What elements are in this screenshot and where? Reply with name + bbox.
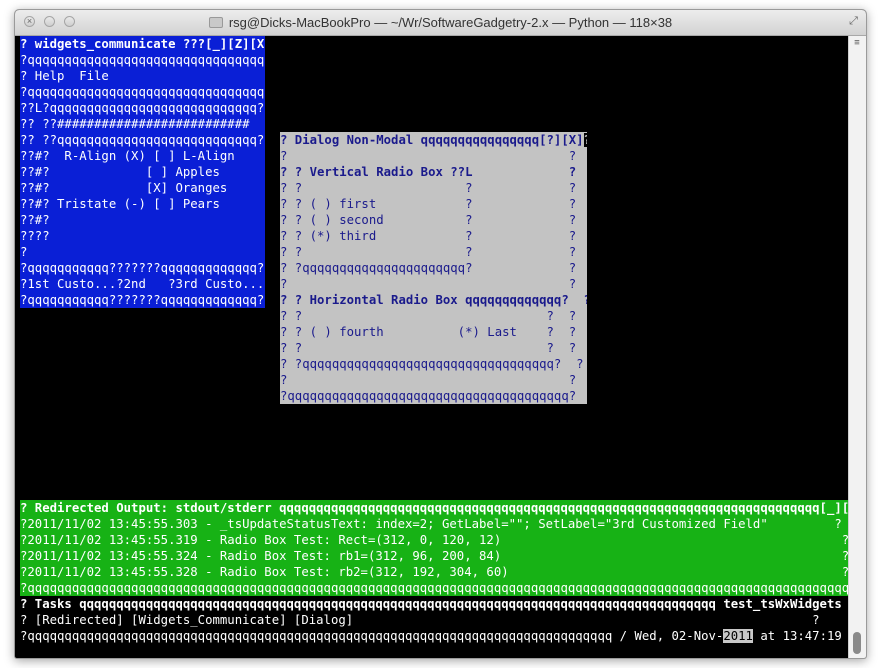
dialog-line: ? ? ? ? <box>280 309 577 323</box>
checkbox-row[interactable]: ??#? [X] Oranges ? <box>20 180 265 196</box>
task-list[interactable]: ? [Redirected] [Widgets_Communicate] [Di… <box>20 612 848 628</box>
pane-title: ? widgets_communicate ???[_][Z][X] <box>20 37 265 51</box>
pane-line: ?qqqqqqqqqqqqqqqqqqqqqqqqqqqqqqqqq? <box>20 53 265 67</box>
window-title: rsg@Dicks-MacBookPro — ~/Wr/SoftwareGadg… <box>228 15 673 30</box>
scrollbar-thumb[interactable] <box>853 632 861 654</box>
checkbox-row[interactable]: ??#? R-Align (X) [ ] L-Align ? <box>20 148 265 164</box>
terminal-content[interactable]: ? widgets_communicate ???[_][Z][X] ?qqqq… <box>20 36 848 658</box>
radio-first[interactable]: ? ? ( ) first ? ? <box>280 196 587 212</box>
status-year: 2011 <box>723 629 753 643</box>
pane-line: ??L?qqqqqqqqqqqqqqqqqqqqqqqqqqqq? ?? <box>20 101 265 115</box>
tasks-title: ? Tasks qqqqqqqqqqqqqqqqqqqqqqqqqqqqqqqq… <box>20 597 848 611</box>
horizontal-radio-box-title: ? ? Horizontal Radio Box qqqqqqqqqqqqq? … <box>280 293 587 307</box>
dialog-line: ? ? <box>280 277 577 291</box>
checkbox-row[interactable]: ??#? [ ] Apples ? <box>20 164 265 180</box>
fullscreen-icon[interactable]: ⤢ <box>847 15 860 28</box>
dialog-line: ? ?qqqqqqqqqqqqqqqqqqqqqqqqqqqqqqqqqq? ? <box>280 357 584 371</box>
window-title-area: rsg@Dicks-MacBookPro — ~/Wr/SoftwareGadg… <box>15 10 866 35</box>
status-bar-fields: ?1st Custo...?2nd ?3rd Custo... ? <box>20 277 265 291</box>
dialog-line: ? ? <box>280 373 577 387</box>
output-bottom-border: ?qqqqqqqqqqqqqqqqqqqqqqqqqqqqqqqqqqqqqqq… <box>20 581 848 595</box>
dialog-line: ? ? ? ? <box>280 181 577 195</box>
log-line: ?2011/11/02 13:45:55.324 - Radio Box Tes… <box>20 549 848 563</box>
log-line: ?2011/11/02 13:45:55.303 - _tsUpdateStat… <box>20 517 842 531</box>
pane-line: ???? ? <box>20 229 265 243</box>
list-menu-icon[interactable]: ≡ <box>852 38 862 48</box>
dialog-line: ? ?qqqqqqqqqqqqqqqqqqqqqq? ? <box>280 261 577 275</box>
status-clock-line: ?qqqqqqqqqqqqqqqqqqqqqqqqqqqqqqqqqqqqqqq… <box>20 628 848 644</box>
radio-third[interactable]: ? ? (*) third ? ? <box>280 228 587 244</box>
gauge-bar: ?? ??########################## ? ? <box>20 117 265 131</box>
radio-second[interactable]: ? ? ( ) second ? ? <box>280 212 587 228</box>
dialog-line: ? ? <box>280 149 577 163</box>
checkbox-row[interactable]: ??#? Tristate (-) [ ] Pears ? <box>20 196 265 212</box>
radio-fourth-last[interactable]: ? ? ( ) fourth (*) Last ? ? <box>280 324 587 340</box>
vertical-scrollbar[interactable]: ≡ <box>848 36 866 658</box>
terminal-window: × rsg@Dicks-MacBookPro — ~/Wr/SoftwareGa… <box>14 9 867 659</box>
status-bar-border: ?qqqqqqqqqqq???????qqqqqqqqqqqqq? <box>20 293 265 307</box>
dialog-line: ? ? ? ? <box>280 341 577 355</box>
dialog-title-text: ? Dialog Non-Modal qqqqqqqqqqqqqqqq[?][X… <box>280 133 584 147</box>
title-bar[interactable]: × rsg@Dicks-MacBookPro — ~/Wr/SoftwareGa… <box>15 10 866 36</box>
log-line: ?2011/11/02 13:45:55.328 - Radio Box Tes… <box>20 565 848 579</box>
redirected-output-pane[interactable]: ? Redirected Output: stdout/stderr qqqqq… <box>20 500 848 596</box>
pane-line: ??#? ? <box>20 213 265 227</box>
vertical-radio-box-title: ? ? Vertical Radio Box ??L ? <box>280 165 577 179</box>
log-line: ?2011/11/02 13:45:55.319 - Radio Box Tes… <box>20 533 848 547</box>
folder-icon <box>208 17 223 28</box>
dialog-bottom-border: ?qqqqqqqqqqqqqqqqqqqqqqqqqqqqqqqqqqqqqq? <box>280 389 577 403</box>
dialog-line: ? ? ? ? <box>280 245 577 259</box>
status-prefix: ?qqqqqqqqqqqqqqqqqqqqqqqqqqqqqqqqqqqqqqq… <box>20 629 724 643</box>
pane-line: ?qqqqqqqqqqqqqqqqqqqqqqqqqqqqqqqqq? <box>20 85 265 99</box>
menu-bar[interactable]: ? Help File ? <box>20 68 265 84</box>
pane-line: ? ? <box>20 245 265 259</box>
status-time: at 13:47:19 ? <box>752 629 848 643</box>
output-title: ? Redirected Output: stdout/stderr qqqqq… <box>20 501 848 515</box>
tasks-pane[interactable]: ? Tasks qqqqqqqqqqqqqqqqqqqqqqqqqqqqqqqq… <box>20 596 848 644</box>
pane-line: ?? ??qqqqqqqqqqqqqqqqqqqqqqqqqqq? ? <box>20 133 265 147</box>
dialog-title: ? Dialog Non-Modal qqqqqqqqqqqqqqqq[?][X… <box>280 132 587 148</box>
dialog-non-modal[interactable]: ? Dialog Non-Modal qqqqqqqqqqqqqqqq[?][X… <box>280 132 587 404</box>
status-bar-border: ?qqqqqqqqqqq???????qqqqqqqqqqqqq? <box>20 261 265 275</box>
dialog-title-cursor: ? <box>583 133 587 147</box>
widgets-communicate-pane[interactable]: ? widgets_communicate ???[_][Z][X] ?qqqq… <box>20 36 265 308</box>
